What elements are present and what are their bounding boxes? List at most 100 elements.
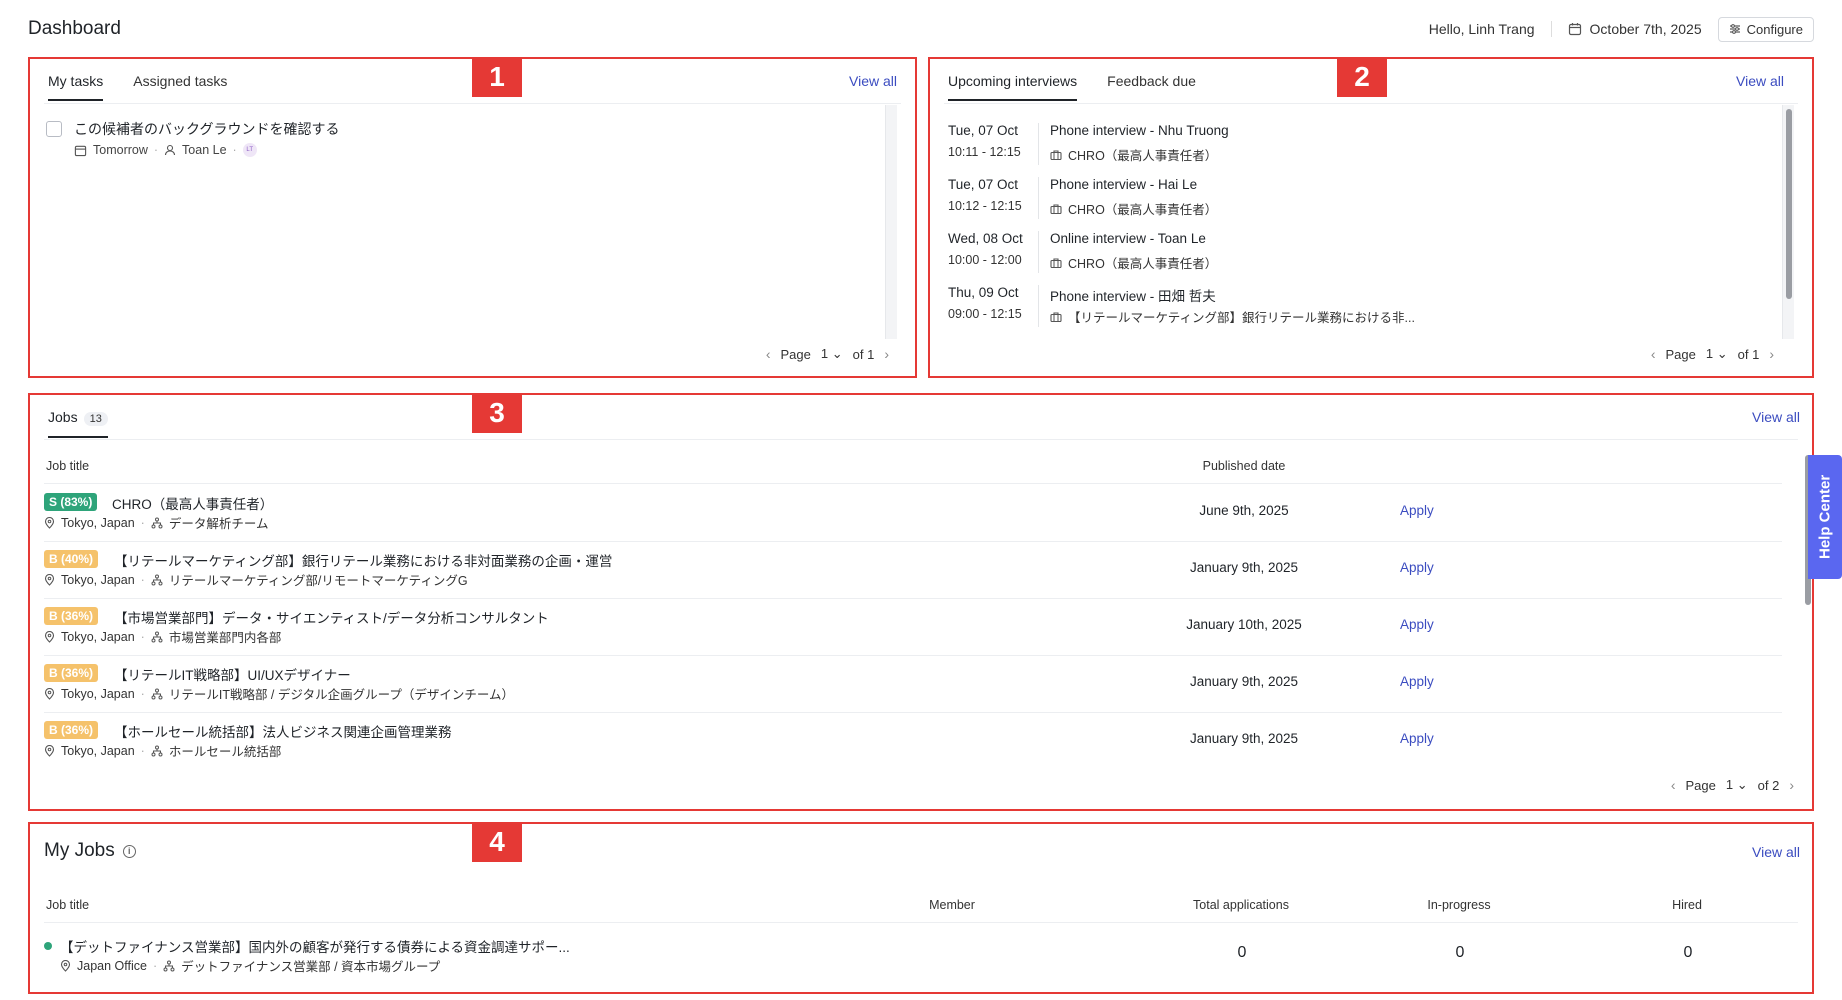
hired-value: 0 xyxy=(1683,944,1693,961)
my-jobs-view-all-link[interactable]: View all xyxy=(1752,844,1800,860)
in-progress-value: 0 xyxy=(1455,944,1465,961)
interviews-pager: ‹ Page 1 ⌄ of 1 › xyxy=(1651,346,1774,362)
pager-label: Page xyxy=(1665,346,1696,362)
header-divider xyxy=(44,922,1798,923)
task-title[interactable]: この候補者のバックグラウンドを確認する xyxy=(74,119,339,139)
job-title-link[interactable]: 【リテールIT戦略部】UI/UXデザイナー xyxy=(114,664,351,684)
my-jobs-title: My Jobs i xyxy=(44,840,136,862)
apply-button[interactable]: Apply xyxy=(1400,674,1434,689)
interview-item[interactable]: Thu, 09 Oct 09:00 - 12:15 Phone intervie… xyxy=(948,285,1778,331)
chevron-left-icon[interactable]: ‹ xyxy=(1671,777,1676,793)
row-divider xyxy=(44,655,1782,656)
job-title-link[interactable]: 【リテールマーケティング部】銀行リテール業務における非対面業務の企画・運営 xyxy=(114,550,612,570)
match-grade-badge: B (36%) xyxy=(44,607,99,625)
job-title-link[interactable]: 【デットファイナンス営業部】国内外の顧客が発行する債券による資金調達サポー... xyxy=(60,936,570,956)
header-divider xyxy=(44,483,1782,484)
apply-button[interactable]: Apply xyxy=(1400,503,1434,518)
jobs-pager: ‹ Page 1 ⌄ of 2 › xyxy=(1671,777,1794,793)
tasks-view-all-link[interactable]: View all xyxy=(849,73,897,89)
column-job-title: Job title xyxy=(46,459,90,473)
table-row: B (36%) 【リテールIT戦略部】UI/UXデザイナー Tokyo, Jap… xyxy=(44,664,1784,716)
tabs-divider xyxy=(44,103,901,104)
column-total-applications: Total applications xyxy=(1193,898,1289,912)
divider xyxy=(1038,123,1039,165)
interview-item[interactable]: Wed, 08 Oct 10:00 - 12:00 Online intervi… xyxy=(948,231,1778,277)
scrollbar-thumb[interactable] xyxy=(1786,109,1792,299)
page-select[interactable]: 1 ⌄ xyxy=(821,346,843,362)
apply-button[interactable]: Apply xyxy=(1400,617,1434,632)
location-pin-icon xyxy=(44,630,55,643)
tab-my-tasks[interactable]: My tasks xyxy=(48,73,104,101)
chevron-right-icon[interactable]: › xyxy=(1769,346,1774,362)
interviews-view-all-link[interactable]: View all xyxy=(1736,73,1784,89)
page-select[interactable]: 1 ⌄ xyxy=(1726,777,1748,793)
interview-time: 09:00 - 12:15 xyxy=(948,307,1022,321)
chevron-right-icon[interactable]: › xyxy=(884,346,889,362)
table-row: 【デットファイナンス営業部】国内外の顧客が発行する債券による資金調達サポー...… xyxy=(44,936,1784,980)
task-meta: Tomorrow · Toan Le · LT xyxy=(74,143,257,157)
job-meta: Japan Office · デットファイナンス営業部 / 資本市場グループ xyxy=(60,956,440,975)
apply-button[interactable]: Apply xyxy=(1400,560,1434,575)
column-job-title: Job title xyxy=(46,898,90,912)
pager-total: of 1 xyxy=(1737,346,1760,362)
column-published-date: Published date xyxy=(1202,459,1286,473)
callout-4: 4 xyxy=(472,822,522,862)
user-icon xyxy=(164,144,176,156)
task-checkbox[interactable] xyxy=(46,121,62,137)
job-title-link[interactable]: 【市場営業部門】データ・サイエンティスト/データ分析コンサルタント xyxy=(114,607,549,627)
location-pin-icon xyxy=(44,744,55,757)
tab-jobs[interactable]: Jobs 13 xyxy=(48,409,108,438)
help-center-button[interactable]: Help Center xyxy=(1808,455,1842,579)
interview-item[interactable]: Tue, 07 Oct 10:12 - 12:15 Phone intervie… xyxy=(948,177,1778,223)
sliders-icon xyxy=(1729,24,1740,34)
jobs-tabs: Jobs 13 xyxy=(48,409,108,438)
tasks-scrollbar[interactable] xyxy=(885,105,897,339)
job-meta: Tokyo, Japan · リテールIT戦略部 / デジタル企画グループ（デザ… xyxy=(44,684,514,703)
interview-title: Online interview - Toan Le xyxy=(1050,231,1206,246)
briefcase-icon xyxy=(1050,149,1062,160)
interview-time: 10:11 - 12:15 xyxy=(948,145,1021,159)
job-meta: Tokyo, Japan · データ解析チーム xyxy=(44,513,268,532)
interview-date: Wed, 08 Oct xyxy=(948,231,1023,246)
configure-label: Configure xyxy=(1746,21,1803,37)
tab-assigned-tasks[interactable]: Assigned tasks xyxy=(133,73,227,101)
interview-job: CHRO（最高人事責任者） xyxy=(1050,145,1217,164)
org-chart-icon xyxy=(151,517,163,528)
callout-3: 3 xyxy=(472,393,522,433)
interview-time: 10:12 - 12:15 xyxy=(948,199,1022,213)
job-title-link[interactable]: 【ホールセール統括部】法人ビジネス関連企画管理業務 xyxy=(114,721,452,741)
table-row: B (36%) 【ホールセール統括部】法人ビジネス関連企画管理業務 Tokyo,… xyxy=(44,721,1784,773)
callout-1: 1 xyxy=(472,57,522,97)
calendar-icon xyxy=(74,145,87,156)
tab-upcoming-interviews[interactable]: Upcoming interviews xyxy=(948,73,1078,101)
my-jobs-panel: 4 My Jobs i View all Job title Member To… xyxy=(28,822,1814,994)
page-select[interactable]: 1 ⌄ xyxy=(1706,346,1728,362)
interview-item[interactable]: Tue, 07 Oct 10:11 - 12:15 Phone intervie… xyxy=(948,123,1778,169)
top-bar: Dashboard Hello, Linh Trang October 7th,… xyxy=(28,14,1814,44)
chevron-left-icon[interactable]: ‹ xyxy=(1651,346,1656,362)
match-grade-badge: B (40%) xyxy=(44,550,99,568)
job-meta: Tokyo, Japan · 市場営業部門内各部 xyxy=(44,627,281,646)
chevron-right-icon[interactable]: › xyxy=(1789,777,1794,793)
status-dot xyxy=(44,942,52,950)
row-divider xyxy=(44,541,1782,542)
interview-title: Phone interview - Nhu Truong xyxy=(1050,123,1229,138)
interviews-scrollbar[interactable] xyxy=(1782,105,1794,339)
info-icon[interactable]: i xyxy=(122,844,136,858)
org-chart-icon xyxy=(151,574,163,585)
location-pin-icon xyxy=(44,573,55,586)
chevron-left-icon[interactable]: ‹ xyxy=(766,346,771,362)
configure-button[interactable]: Configure xyxy=(1717,16,1814,42)
apply-button[interactable]: Apply xyxy=(1400,731,1434,746)
match-grade-badge: B (36%) xyxy=(44,664,99,682)
job-title-link[interactable]: CHRO（最高人事責任者） xyxy=(112,493,273,513)
top-right-controls: Hello, Linh Trang October 7th, 2025 Conf… xyxy=(1429,16,1814,42)
location-pin-icon xyxy=(60,959,71,972)
page-title: Dashboard xyxy=(28,18,121,39)
pager-label: Page xyxy=(780,346,811,362)
jobs-view-all-link[interactable]: View all xyxy=(1752,409,1800,425)
chevron-down-icon: ⌄ xyxy=(1736,777,1748,792)
tab-feedback-due[interactable]: Feedback due xyxy=(1107,73,1196,101)
interview-job: 【リテールマーケティング部】銀行リテール業務における非... xyxy=(1050,307,1415,326)
location-pin-icon xyxy=(44,516,55,529)
